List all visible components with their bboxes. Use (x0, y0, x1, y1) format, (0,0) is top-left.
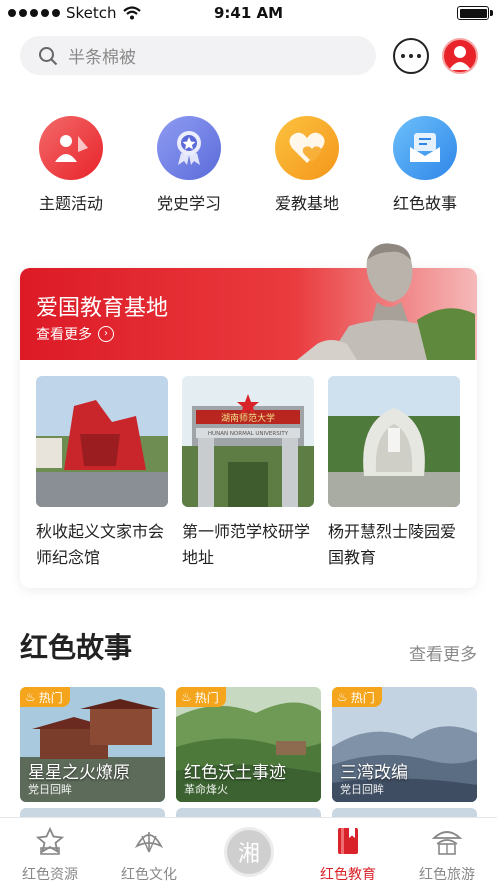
quick-nav: 主题活动 党史学习 爱教基地 红色故事 (0, 116, 497, 216)
stories-more-link[interactable]: 查看更多 (409, 640, 477, 665)
story-title: 红色沃土事迹 (184, 763, 286, 783)
quick-nav-label: 党史学习 (156, 194, 221, 213)
search-bar[interactable]: 半条棉被 (20, 36, 376, 75)
story-title: 三湾改编 (340, 763, 408, 783)
education-base-title: 爱国教育基地 (36, 296, 169, 321)
people-flag-icon (39, 116, 103, 180)
flame-icon: ♨ (181, 690, 192, 704)
quick-nav-red-story[interactable]: 红色故事 (370, 116, 480, 214)
stories-section-title: 红色故事 (20, 631, 133, 664)
status-time: 9:41 AM (213, 4, 284, 22)
hot-badge: ♨ 热门 (20, 687, 70, 707)
story-title: 星星之火燎原 (28, 763, 130, 783)
gate-sign-text: 湖南师范大学 (221, 412, 275, 424)
education-base-item[interactable]: 杨开慧烈士陵园爱国教育 (328, 376, 460, 571)
medal-icon (157, 116, 221, 180)
battery-icon (457, 6, 493, 20)
tab-label: 红色文化 (121, 867, 177, 883)
flame-icon: ♨ (25, 690, 36, 704)
quick-nav-party-history[interactable]: 党史学习 (134, 116, 244, 214)
message-button[interactable] (393, 38, 429, 74)
tab-label: 红色旅游 (419, 867, 475, 883)
pavilion-icon (431, 831, 463, 855)
memorial-park-photo (328, 376, 460, 507)
education-base-item[interactable]: 湖南师范大学 HUNAN NORMAL UNIVERSITY 第一师范学校研学地… (182, 376, 314, 571)
quick-nav-label: 红色故事 (392, 194, 457, 213)
quick-nav-education-base[interactable]: 爱教基地 (252, 116, 362, 214)
education-base-item[interactable]: 秋收起义文家市会师纪念馆 (36, 376, 168, 571)
education-base-more[interactable]: 查看更多 › (36, 324, 114, 344)
search-icon (39, 46, 58, 65)
education-base-name: 秋收起义文家市会师纪念馆 (36, 522, 165, 567)
center-logo-text: 湘 (237, 842, 260, 867)
message-book-icon (393, 116, 457, 180)
quick-nav-theme-activity[interactable]: 主题活动 (16, 116, 126, 214)
story-subtitle: 革命烽火 (184, 783, 228, 796)
story-subtitle: 党日回眸 (340, 783, 384, 796)
hot-badge: ♨ 热门 (332, 687, 382, 707)
story-card[interactable]: ♨ 热门 红色沃土事迹 革命烽火 (176, 687, 321, 802)
status-bar: Sketch 9:41 AM (0, 0, 497, 26)
tab-red-tourism[interactable]: 红色旅游 (402, 826, 492, 883)
message-dot-icon (401, 54, 405, 58)
hot-badge: ♨ 热门 (176, 687, 226, 707)
flame-icon: ♨ (337, 690, 348, 704)
tab-red-culture[interactable]: 红色文化 (104, 826, 194, 883)
user-icon (449, 46, 471, 70)
red-book-icon (338, 828, 358, 854)
story-card[interactable]: ♨ 热门 三湾改编 党日回眸 (332, 687, 477, 802)
tab-red-education[interactable]: 红色教育 (303, 826, 393, 883)
tab-label: 红色教育 (320, 867, 376, 883)
chevron-right-icon: › (98, 326, 114, 342)
monument-photo (36, 376, 168, 507)
education-base-name: 第一师范学校研学地址 (182, 522, 311, 567)
tab-label: 红色资源 (22, 867, 78, 883)
star-badge-icon (35, 826, 65, 855)
search-placeholder: 半条棉被 (68, 48, 136, 68)
heart-icon (275, 116, 339, 180)
tab-red-resources[interactable]: 红色资源 (5, 826, 95, 883)
education-base-name: 杨开慧烈士陵园爱国教育 (328, 522, 457, 567)
gate-sign-subtext: HUNAN NORMAL UNIVERSITY (208, 431, 289, 437)
statue-illustration (297, 243, 475, 360)
story-subtitle: 党日回眸 (28, 783, 72, 796)
user-avatar[interactable] (442, 38, 478, 74)
university-gate-photo: 湖南师范大学 HUNAN NORMAL UNIVERSITY (182, 376, 314, 507)
fan-icon (134, 832, 164, 853)
quick-nav-label: 爱教基地 (274, 194, 339, 213)
home-center-button[interactable]: 湘 (224, 827, 274, 877)
story-card[interactable]: ♨ 热门 星星之火燎原 党日回眸 (20, 687, 165, 802)
quick-nav-label: 主题活动 (38, 194, 103, 213)
